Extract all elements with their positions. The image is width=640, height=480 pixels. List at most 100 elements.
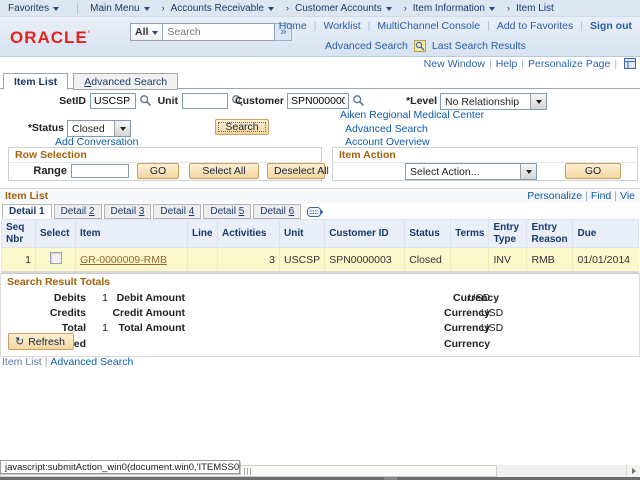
- search-links: Advanced Search Last Search Results: [325, 40, 526, 52]
- chevron-down-icon: [144, 7, 150, 14]
- detail-tab-2[interactable]: Detail 2: [54, 204, 102, 219]
- advanced-search-link-header[interactable]: Advanced Search: [325, 40, 408, 52]
- select-all-button[interactable]: Select All: [189, 163, 259, 179]
- row-select-checkbox[interactable]: [50, 252, 62, 264]
- range-go-button[interactable]: GO: [137, 163, 179, 179]
- http-icon[interactable]: [624, 58, 636, 69]
- chevron-down-icon: [152, 31, 158, 38]
- col-entry-reason: Entry Reason: [527, 220, 573, 248]
- detail-tab-num: 1: [39, 206, 45, 217]
- breadcrumb-favorites[interactable]: Favorites: [8, 3, 59, 14]
- last-search-results-icon: [414, 40, 426, 52]
- setid-field[interactable]: [90, 93, 136, 109]
- detail-tab-6[interactable]: Detail 6: [253, 204, 301, 219]
- global-search: All: [130, 23, 292, 41]
- breadcrumb-current-label: Item List: [516, 3, 554, 14]
- status-dropdown[interactable]: Closed: [67, 120, 131, 137]
- nav-add-to-favorites[interactable]: Add to Favorites: [497, 20, 573, 32]
- item-action-dropdown[interactable]: Select Action...: [405, 163, 537, 180]
- nav-worklist[interactable]: Worklist: [323, 20, 360, 32]
- search-scope-value: All: [135, 26, 148, 38]
- col-terms: Terms: [451, 220, 489, 248]
- detail-tab-num: 3: [139, 206, 145, 217]
- level-dropdown[interactable]: No Relationship: [440, 93, 547, 110]
- chevron-down-icon: [268, 7, 274, 14]
- divider: [77, 3, 78, 14]
- chevron-down-icon: [489, 7, 495, 14]
- detail-tab-1[interactable]: Detail 1: [2, 204, 52, 219]
- scrollbar-grip-icon: [244, 468, 251, 475]
- breadcrumb-main-menu[interactable]: Main Menu: [90, 3, 149, 14]
- detail-tab-num: 2: [89, 206, 95, 217]
- search-scope-dropdown[interactable]: All: [130, 23, 163, 41]
- footer-advanced-search-link[interactable]: Advanced Search: [50, 356, 133, 368]
- credit-amount-label: Credit Amount: [109, 307, 185, 319]
- col-line: Line: [188, 220, 218, 248]
- table-header-row: Seq Nbr Select Item Line Activities Unit…: [2, 220, 639, 248]
- item-action-go-button[interactable]: GO: [565, 163, 621, 179]
- refresh-button[interactable]: Refresh: [8, 333, 74, 350]
- total-value: 1: [94, 322, 108, 334]
- setid-label: SetID: [30, 95, 86, 107]
- breadcrumb-item-item-information[interactable]: Item Information: [413, 3, 495, 14]
- search-button[interactable]: Search: [215, 119, 269, 135]
- row-selection-box: Row Selection Range GO Select All Desele…: [8, 147, 322, 181]
- col-unit: Unit: [280, 220, 325, 248]
- tab-item-list[interactable]: Item List: [3, 73, 68, 90]
- advanced-search-link[interactable]: Advanced Search: [345, 123, 428, 135]
- scrollbar-right-arrow[interactable]: [626, 465, 640, 477]
- personalize-link[interactable]: Personalize: [527, 190, 582, 202]
- currency-value: USD: [481, 322, 503, 334]
- customer-field[interactable]: [287, 93, 349, 109]
- total-amount-label: Total Amount: [109, 322, 185, 334]
- cell-status: Closed: [405, 248, 451, 273]
- personalize-page-link[interactable]: Personalize Page: [528, 58, 610, 70]
- detail-tab-4[interactable]: Detail 4: [153, 204, 201, 219]
- customer-name-link[interactable]: Aiken Regional Medical Center: [340, 109, 484, 121]
- chevron-down-icon: [53, 7, 59, 14]
- footer-item-list-link[interactable]: Item List: [2, 356, 42, 368]
- row-selection-title: Row Selection: [9, 148, 321, 163]
- divider: [614, 58, 617, 70]
- breadcrumb-item-label: Accounts Receivable: [171, 3, 264, 14]
- cell-terms: [451, 248, 489, 273]
- divider: [314, 20, 317, 32]
- debits-label: Debits: [1, 292, 86, 304]
- sign-out-link[interactable]: Sign out: [590, 20, 632, 32]
- chevron-down-icon: [386, 7, 392, 14]
- detail-tab-3[interactable]: Detail 3: [104, 204, 152, 219]
- new-window-link[interactable]: New Window: [424, 58, 485, 70]
- detail-tab-5[interactable]: Detail 5: [203, 204, 251, 219]
- oracle-logo: ORACLE’: [10, 28, 91, 48]
- tab-advanced-search[interactable]: Advanced Search: [73, 73, 178, 90]
- unit-field[interactable]: [182, 93, 228, 109]
- item-action-title: Item Action: [333, 148, 637, 163]
- divider: [614, 190, 617, 202]
- help-link[interactable]: Help: [496, 58, 518, 70]
- group-box-row: Row Selection Range GO Select All Desele…: [0, 147, 640, 183]
- item-id-link[interactable]: GR-0000009-RMB: [80, 254, 167, 266]
- last-search-results-link[interactable]: Last Search Results: [432, 40, 526, 52]
- nav-multichannel-console[interactable]: MultiChannel Console: [377, 20, 480, 32]
- search-form: SetID Unit Customer *Level No Relationsh…: [0, 89, 640, 143]
- cell-due: 01/01/2014: [573, 248, 639, 273]
- debit-amount-label: Debit Amount: [109, 292, 185, 304]
- customer-lookup-icon[interactable]: [352, 94, 365, 107]
- search-input[interactable]: [163, 23, 275, 41]
- page-tab-strip: Item List Advanced Search: [0, 72, 640, 89]
- currency-value: USD: [481, 307, 503, 319]
- header: ORACLE’ All Home Worklist MultiChannel Con…: [0, 17, 640, 57]
- breadcrumb-item-customer-accounts[interactable]: Customer Accounts: [295, 3, 392, 14]
- col-select: Select: [36, 220, 76, 248]
- unit-label: Unit: [148, 95, 178, 107]
- view-all-link[interactable]: Vie: [620, 190, 635, 202]
- range-field[interactable]: [71, 164, 129, 178]
- nav-home[interactable]: Home: [279, 20, 307, 32]
- find-link[interactable]: Find: [591, 190, 611, 202]
- detail-tab-label: Detail: [160, 206, 186, 217]
- detail-tab-label: Detail: [111, 206, 137, 217]
- show-all-columns-icon[interactable]: [307, 207, 324, 218]
- breadcrumb-item-accounts-receivable[interactable]: Accounts Receivable: [171, 3, 274, 14]
- divider: [580, 20, 583, 32]
- deselect-all-button[interactable]: Deselect All: [267, 163, 325, 179]
